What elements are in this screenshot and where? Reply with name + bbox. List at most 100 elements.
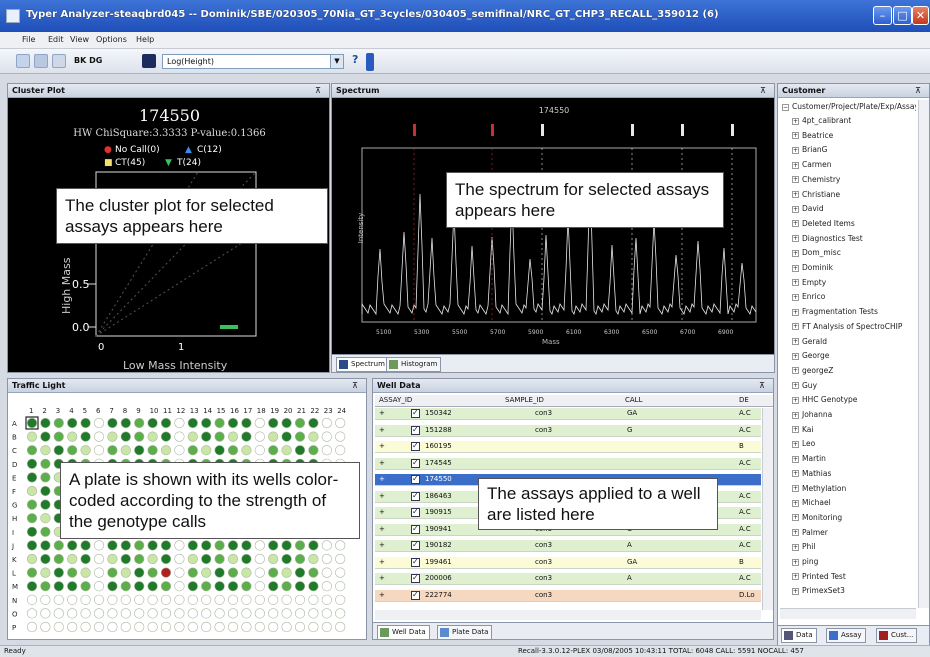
plate-well[interactable] [160,581,172,592]
tree-item[interactable]: + Palmer [792,528,828,537]
plate-well[interactable] [134,417,145,429]
table-row[interactable]: +150342 con3 GA A.C [375,408,761,420]
plate-well[interactable] [335,621,346,633]
plate-well[interactable] [308,445,319,456]
plate-well[interactable] [294,581,306,592]
plate-well[interactable] [134,581,145,592]
plate-well[interactable] [268,581,279,592]
plate-well[interactable] [321,445,332,456]
plate-well[interactable] [107,594,118,605]
plate-well[interactable] [241,567,252,578]
plate-well[interactable] [241,417,252,429]
plate-well[interactable] [80,594,91,605]
open-icon[interactable] [16,54,30,68]
plate-well[interactable] [120,445,131,456]
plate-well[interactable] [281,553,292,565]
plate-well[interactable] [187,621,198,633]
plate-well[interactable] [107,417,118,429]
plate-well[interactable] [254,431,265,442]
tab-plate-data[interactable]: Plate Data [437,625,493,639]
table-row[interactable]: +151288 con3 G A.C [375,424,761,437]
plate-well[interactable] [321,608,332,619]
plate-well[interactable] [214,608,225,619]
plate-well[interactable] [241,594,252,605]
tree-item[interactable]: + Dominik [792,263,833,272]
tree-vertical-scrollbar[interactable] [918,100,929,608]
row-checkbox[interactable] [411,441,420,451]
plate-well[interactable] [53,621,64,633]
plate-well[interactable] [40,621,51,633]
expand-icon[interactable]: + [792,470,799,478]
plate-well[interactable] [80,445,91,456]
plate-well[interactable] [201,540,212,551]
expand-icon[interactable]: + [792,426,799,434]
plate-well[interactable] [227,621,239,633]
plate-well[interactable] [241,445,252,456]
plate-well[interactable] [281,417,292,429]
expand-icon[interactable]: + [792,220,799,228]
plate-well[interactable] [67,594,78,605]
plate-well[interactable] [40,553,51,565]
plate-well[interactable] [174,608,185,619]
plate-well[interactable] [294,621,306,633]
plate-well[interactable] [26,526,38,537]
row-checkbox[interactable] [411,524,420,534]
tree-item[interactable]: + Beatrice [792,131,833,140]
col-call[interactable]: CALL [625,396,642,404]
plate-well[interactable] [268,567,279,578]
expand-icon[interactable]: + [792,146,799,154]
plate-well[interactable] [254,540,265,551]
plate-well[interactable] [241,581,252,592]
plate-well[interactable] [294,608,306,619]
plate-well[interactable] [214,621,225,633]
plate-well[interactable] [147,431,158,442]
plate-well[interactable] [335,431,346,442]
plate-well[interactable] [201,581,212,592]
expand-icon[interactable]: + [792,264,799,272]
tab-spectrum[interactable]: Spectrum [336,357,389,372]
expand-icon[interactable]: + [792,161,799,169]
scale-combo[interactable]: Log(Height) ▼ [162,54,344,69]
plate-well[interactable] [227,417,239,429]
row-expander[interactable]: + [379,426,385,434]
plate-well[interactable] [174,581,185,592]
tree-root[interactable]: − Customer/Project/Plate/Exp/Assay [782,102,916,111]
plate-well[interactable] [281,445,292,456]
expand-icon[interactable]: + [792,396,799,404]
tree-item[interactable]: + FT Analysis of SpectroCHIP [792,322,902,331]
plate-well[interactable] [26,417,38,429]
plate-well[interactable] [80,540,91,551]
row-expander[interactable]: + [379,409,385,417]
row-checkbox[interactable] [411,540,420,550]
plate-well[interactable] [335,553,346,565]
expand-icon[interactable]: + [792,323,799,331]
plate-well[interactable] [40,499,51,510]
plate-well[interactable] [321,540,332,551]
menu-options[interactable]: Options [96,35,127,44]
plate-well[interactable] [294,567,306,578]
plate-well[interactable] [160,594,172,605]
table-row[interactable]: +174545 A.C [375,457,761,470]
plate-well[interactable] [268,608,279,619]
plate-well[interactable] [93,594,105,605]
plate-well[interactable] [93,431,105,442]
tab-assay[interactable]: Assay [826,628,866,643]
col-assay-id[interactable]: ASSAY_ID [379,396,412,404]
tree-item[interactable]: + David [792,204,824,213]
plate-well[interactable] [26,431,38,442]
plate-well[interactable] [335,594,346,605]
plate-well[interactable] [214,567,225,578]
plate-well[interactable] [120,581,131,592]
tree-item[interactable]: + Diagnostics Test [792,234,863,243]
tree-item[interactable]: + Guy [792,381,817,390]
plate-well[interactable] [187,567,198,578]
plate-well[interactable] [321,417,332,429]
expand-icon[interactable]: + [792,176,799,184]
plate-well[interactable] [147,621,158,633]
plate-well[interactable] [294,445,306,456]
plate-well[interactable] [93,540,105,551]
table-row[interactable]: +200006 con3 A A.C [375,573,761,585]
plate-well[interactable] [53,417,64,429]
plate-well[interactable] [40,594,51,605]
tree-item[interactable]: + Phil [792,542,815,551]
